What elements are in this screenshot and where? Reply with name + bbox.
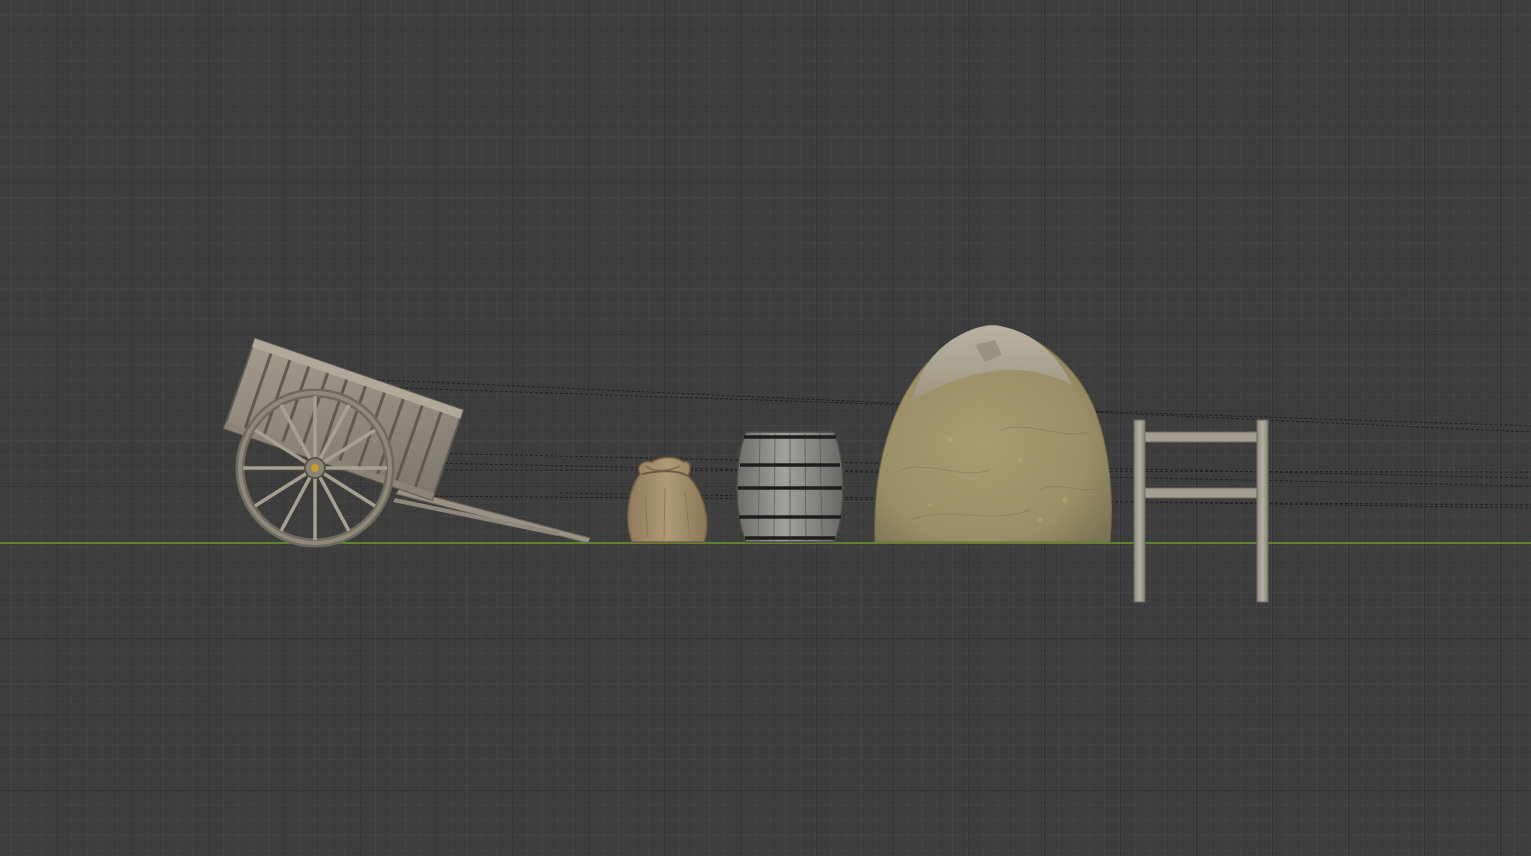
barrel-object[interactable] bbox=[736, 431, 844, 543]
cart-object[interactable] bbox=[222, 337, 591, 548]
scene-canvas[interactable] bbox=[0, 0, 1531, 856]
3d-viewport[interactable] bbox=[0, 0, 1531, 856]
fence-object[interactable] bbox=[1133, 419, 1269, 603]
fence-post-left bbox=[1133, 419, 1146, 603]
cart-wheel bbox=[235, 388, 395, 548]
fence-rail-top bbox=[1144, 431, 1258, 443]
fence-post-right bbox=[1256, 419, 1269, 603]
haystack-object[interactable] bbox=[874, 324, 1112, 543]
sack-object[interactable] bbox=[627, 456, 708, 543]
fence-rail-bottom bbox=[1144, 487, 1258, 499]
